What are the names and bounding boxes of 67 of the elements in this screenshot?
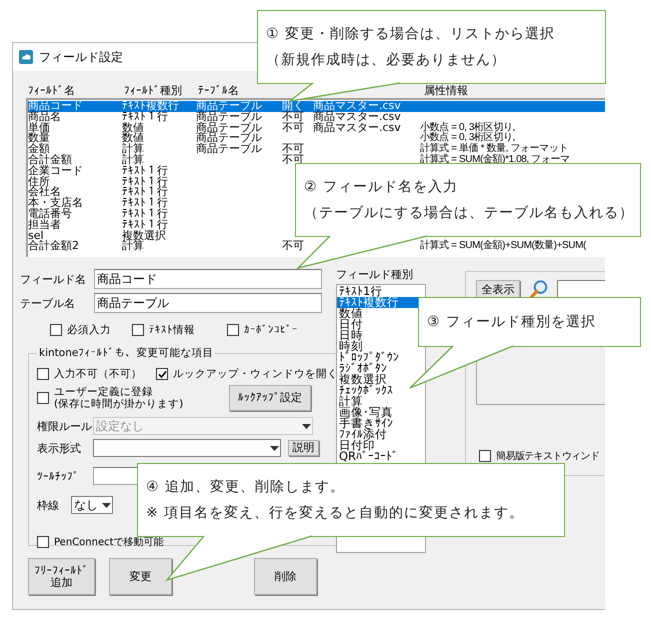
table-cell-text: 商品マスター.csv bbox=[313, 122, 402, 134]
table-cell-text: 合計金額 bbox=[28, 154, 73, 166]
window-title: フィールド設定 bbox=[39, 48, 123, 66]
table-cell-text: 金額 bbox=[28, 144, 50, 155]
table-cell-text: 複数選択 bbox=[122, 230, 166, 242]
table-cell-text: ﾃｷｽﾄ１行 bbox=[122, 198, 169, 209]
field-label: 表示形式 bbox=[37, 440, 82, 456]
field-label: ﾂｰﾙﾁｯﾌﾟ bbox=[37, 470, 80, 482]
callout-text: ③ フィールド種別を選択 bbox=[427, 313, 596, 331]
table-cell-text: 計算 bbox=[122, 154, 144, 166]
checkbox-label: ユーザー定義に登録 (保存に時間が掛かります) bbox=[54, 386, 184, 410]
table-cell-text: sel bbox=[28, 230, 44, 242]
callout-text: （テーブルにする場合は、テーブル名も入れる） bbox=[304, 204, 634, 222]
table-cell-text: 会社名 bbox=[28, 187, 62, 198]
table-cell-text: ﾃｷｽﾄ１行 bbox=[122, 166, 169, 177]
table-cell-text: 計算式 = 単価 * 数量, フォーマット bbox=[420, 144, 570, 154]
field-label: 枠線 bbox=[37, 498, 60, 512]
table-cell-text: 不可 bbox=[282, 122, 305, 134]
checkbox-label: 入力不可（不可） bbox=[54, 367, 142, 381]
checkbox-label: 必須入力 bbox=[67, 323, 111, 337]
field-label: 権限ルール bbox=[37, 418, 93, 434]
table-cell-text: 単価 bbox=[28, 122, 50, 134]
checkbox-label: ルックアップ・ウィンドウを開く bbox=[173, 367, 338, 381]
table-cell-text: 商品テーブル bbox=[196, 144, 263, 155]
callout-text: ※ 項目名を変え、行を変えると自動的に変更されます。 bbox=[146, 504, 524, 522]
field-label: フィールド名 bbox=[20, 272, 87, 286]
field-label: テーブル名 bbox=[20, 296, 76, 310]
table-cell-text: 不可 bbox=[282, 112, 305, 123]
checkbox-label: PenConnectで移動可能 bbox=[54, 536, 164, 549]
table-cell-text: 担当者 bbox=[28, 220, 61, 231]
table-cell-text: 不可 bbox=[282, 241, 305, 252]
callout-text: ① 変更・削除する場合は、リストから選択 bbox=[266, 25, 556, 43]
table-cell-text: 計算 bbox=[122, 241, 144, 252]
table-cell-text: 住所 bbox=[28, 176, 50, 188]
table-cell-text: 不可 bbox=[282, 144, 305, 155]
table-cell-text: 商品マスター.csv bbox=[313, 112, 402, 123]
callout-text: ④ 追加、変更、削除します。 bbox=[146, 478, 346, 496]
table-cell-text: 電話番号 bbox=[28, 208, 72, 220]
table-cell-text: 企業コード bbox=[28, 166, 84, 177]
checkbox-label: ﾃｷｽﾄ情報 bbox=[148, 323, 195, 337]
table-cell-text: 商品名 bbox=[28, 112, 62, 123]
table-cell-text: 小数点 = 0, 3桁区切り, bbox=[420, 122, 516, 133]
column-header: ﾌｨｰﾙﾄﾞ種別 bbox=[123, 83, 183, 98]
column-header: ﾃｰﾌﾞﾙ名 bbox=[197, 83, 240, 98]
table-cell-text: ﾃｷｽﾄ１行 bbox=[122, 112, 168, 123]
checkbox-label: ｶｰﾎﾞﾝｺﾋﾟｰ bbox=[244, 324, 298, 336]
table-cell-text: 商品テーブル bbox=[196, 112, 263, 123]
checkbox-label: 簡易版テキストウィンド bbox=[496, 450, 600, 463]
callout-text: （新規作成時は、必要ありません） bbox=[266, 51, 506, 69]
table-cell-text: 本・支店名 bbox=[28, 198, 84, 209]
callout-text: ② フィールド名を入力 bbox=[304, 178, 458, 196]
list-label: フィールド種別 bbox=[336, 267, 414, 282]
table-cell-text: ﾃｷｽﾄ１行 bbox=[122, 187, 169, 198]
table-cell-text: 数値 bbox=[122, 122, 145, 134]
column-header: 属性情報 bbox=[423, 83, 469, 98]
table-cell-text: 合計金額2 bbox=[28, 241, 80, 252]
column-header: ﾌｨｰﾙﾄﾞ名 bbox=[27, 83, 76, 98]
table-cell-text: 計算式 = SUM(金額)*1.08, フォーマ bbox=[420, 154, 571, 166]
table-cell-text: ﾃｷｽﾄ複数行 bbox=[122, 101, 180, 112]
table-cell-text: 計算式 = SUM(金額)+SUM(数量)+SUM( bbox=[420, 241, 588, 252]
table-cell-text: ﾃｷｽﾄ１行 bbox=[122, 176, 169, 188]
table-cell-text: 商品テーブル bbox=[196, 122, 263, 134]
group-title: kintoneﾌｨｰﾙﾄﾞも、変更可能な項目 bbox=[39, 347, 214, 359]
table-cell-text: 小数点 = 0, 3桁区切り, bbox=[420, 133, 516, 144]
table-cell-text: ﾃｷｽﾄ１行 bbox=[122, 208, 169, 220]
table-cell-text: 計算 bbox=[122, 144, 145, 155]
table-cell-text: ﾃｷｽﾄ１行 bbox=[122, 220, 169, 231]
